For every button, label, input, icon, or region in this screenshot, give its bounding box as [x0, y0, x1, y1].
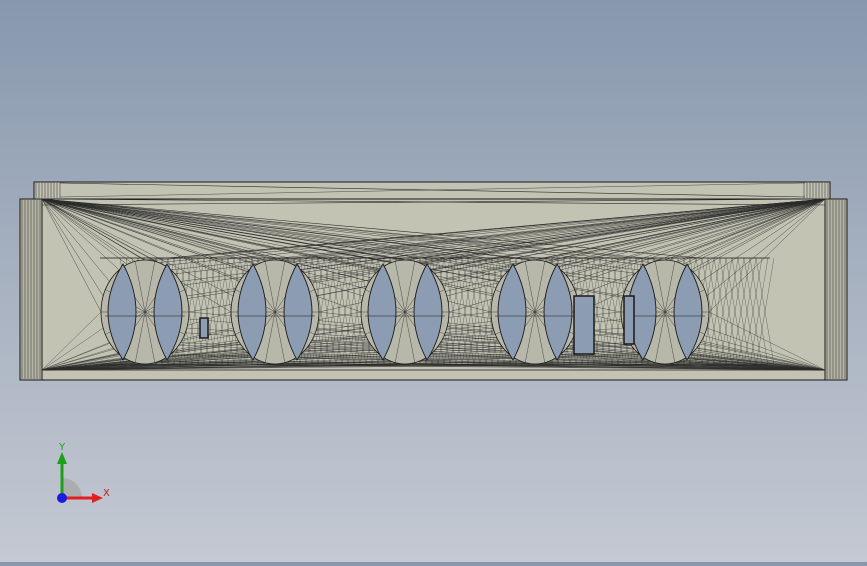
slot-cutout: [623, 295, 635, 345]
x-axis-arrowhead: [92, 493, 103, 503]
top-rail: [33, 181, 831, 200]
slot-cutout: [199, 317, 209, 339]
cad-viewport[interactable]: Y X: [0, 0, 867, 562]
part-model[interactable]: [0, 0, 867, 562]
coordinate-triad: Y X: [57, 442, 110, 503]
y-axis-label: Y: [58, 442, 66, 453]
z-axis-dot: [57, 493, 67, 503]
x-axis-label: X: [103, 488, 110, 499]
y-axis-arrowhead: [57, 452, 67, 464]
slot-cutout: [573, 295, 595, 355]
